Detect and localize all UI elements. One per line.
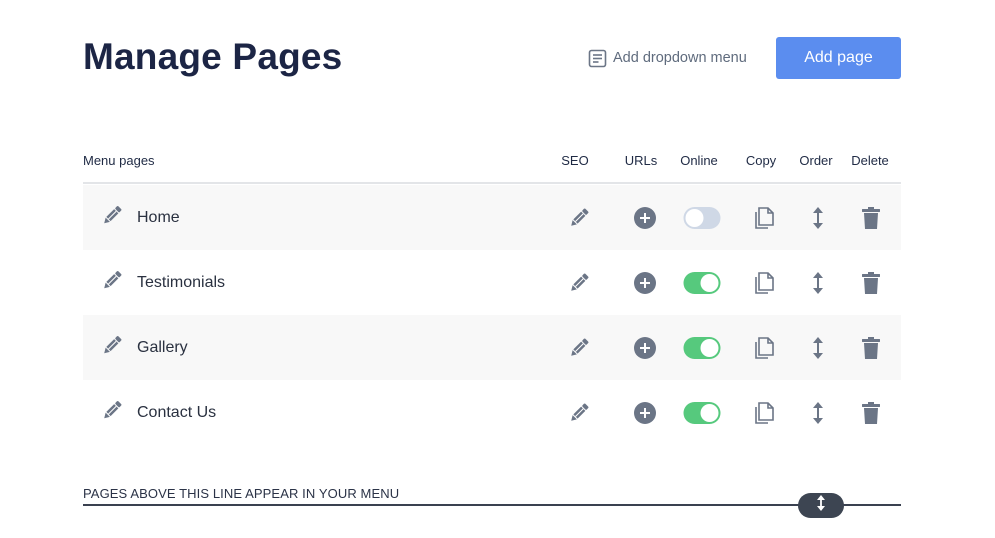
column-header-online: Online — [680, 153, 718, 168]
copy-icon[interactable] — [753, 401, 775, 425]
copy-icon[interactable] — [753, 206, 775, 230]
online-toggle[interactable] — [683, 271, 721, 294]
column-header-copy: Copy — [745, 153, 777, 168]
seo-pencil-icon[interactable] — [567, 336, 591, 360]
page-name[interactable]: Testimonials — [137, 274, 225, 292]
plus-circle-icon[interactable] — [634, 271, 656, 294]
plus-circle-icon[interactable] — [634, 206, 656, 229]
vertical-arrows-icon[interactable] — [811, 271, 825, 295]
column-header-delete: Delete — [851, 153, 889, 168]
online-toggle[interactable] — [683, 206, 721, 229]
table-header: Menu pages SEO URLs Online Copy Order De… — [83, 151, 901, 184]
column-header-menu-pages: Menu pages — [83, 153, 155, 168]
column-header-urls: URLs — [624, 153, 658, 168]
page-name[interactable]: Home — [137, 209, 180, 227]
vertical-arrows-icon[interactable] — [811, 206, 825, 230]
page-name[interactable]: Contact Us — [137, 404, 216, 422]
document-lines-icon — [588, 49, 607, 68]
copy-icon[interactable] — [753, 336, 775, 360]
menu-divider-drag-handle[interactable] — [798, 493, 844, 518]
trash-icon[interactable] — [861, 271, 881, 295]
vertical-arrows-icon[interactable] — [811, 336, 825, 360]
menu-divider-line — [83, 504, 901, 506]
seo-pencil-icon[interactable] — [567, 206, 591, 230]
page-title: Manage Pages — [83, 36, 343, 77]
seo-pencil-icon[interactable] — [567, 271, 591, 295]
plus-circle-icon[interactable] — [634, 401, 656, 424]
trash-icon[interactable] — [861, 206, 881, 230]
menu-divider-label: PAGES ABOVE THIS LINE APPEAR IN YOUR MEN… — [83, 486, 400, 501]
page-name[interactable]: Gallery — [137, 339, 188, 357]
add-dropdown-menu-label: Add dropdown menu — [613, 50, 747, 66]
online-toggle[interactable] — [683, 336, 721, 359]
edit-page-pencil-icon[interactable] — [100, 203, 124, 232]
online-toggle[interactable] — [683, 401, 721, 424]
plus-circle-icon[interactable] — [634, 336, 656, 359]
add-dropdown-menu-link[interactable]: Add dropdown menu — [588, 48, 747, 68]
column-header-order: Order — [799, 153, 833, 168]
add-page-button[interactable]: Add page — [776, 37, 901, 79]
edit-page-pencil-icon[interactable] — [100, 268, 124, 297]
copy-icon[interactable] — [753, 271, 775, 295]
vertical-arrows-icon[interactable] — [811, 401, 825, 425]
table-row: Contact Us — [83, 380, 901, 445]
column-header-seo: SEO — [561, 153, 589, 168]
table-row: Home — [83, 185, 901, 250]
seo-pencil-icon[interactable] — [567, 401, 591, 425]
vertical-arrows-icon — [816, 495, 826, 516]
edit-page-pencil-icon[interactable] — [100, 333, 124, 362]
table-row: Gallery — [83, 315, 901, 380]
menu-pages-list: Home Testimonials Gallery Contact Us — [83, 185, 901, 445]
edit-page-pencil-icon[interactable] — [100, 398, 124, 427]
trash-icon[interactable] — [861, 401, 881, 425]
table-row: Testimonials — [83, 250, 901, 315]
trash-icon[interactable] — [861, 336, 881, 360]
